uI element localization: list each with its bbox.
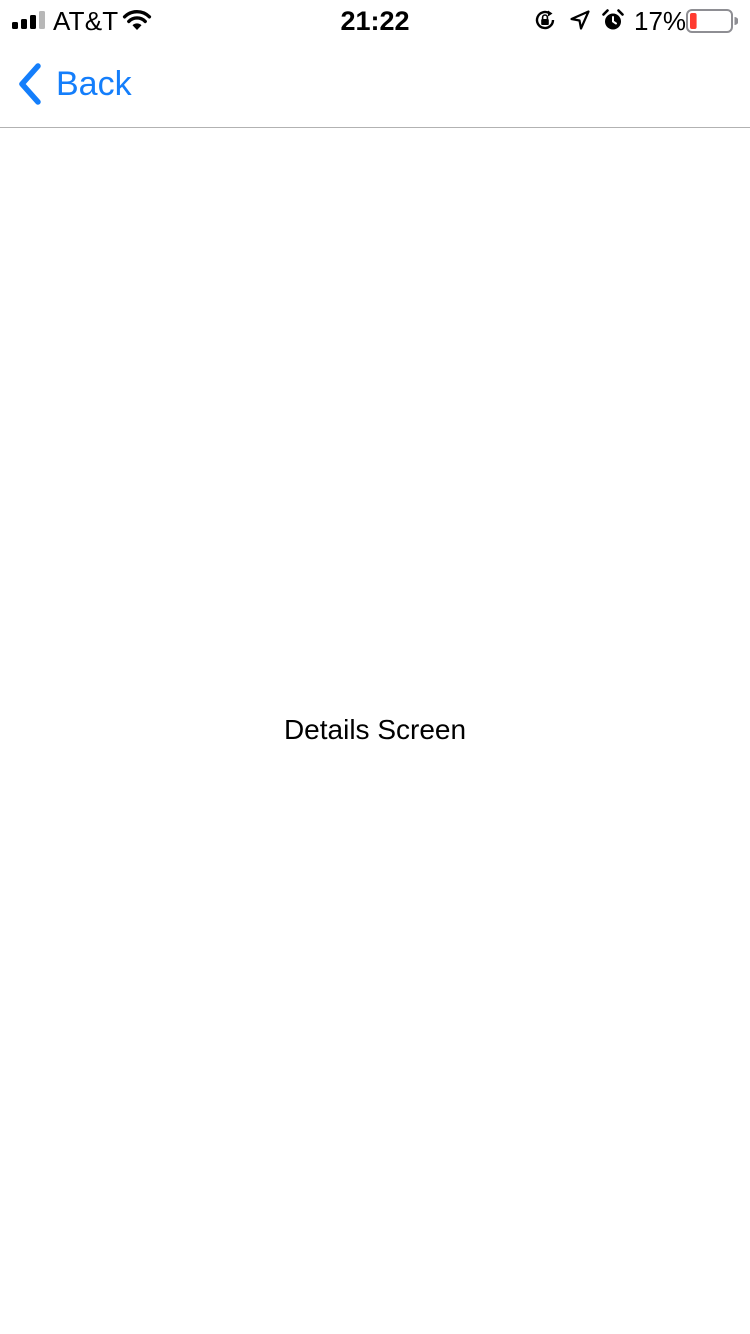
location-icon [570,10,590,30]
alarm-icon [602,9,624,30]
navigation-bar: Back [0,40,750,128]
battery-percentage: 17% [634,6,687,36]
rotation-lock-icon [535,10,555,30]
content-area: Details Screen [0,128,750,1334]
details-screen: AT&T 21:22 17% Back Details Screen [0,0,750,1334]
back-button-label: Back [56,65,132,103]
details-screen-label: Details Screen [283,714,467,745]
battery-icon [686,9,738,33]
back-button[interactable]: Back [16,60,132,108]
status-bar: AT&T 21:22 17% [0,0,750,40]
chevron-left-icon [19,63,41,105]
